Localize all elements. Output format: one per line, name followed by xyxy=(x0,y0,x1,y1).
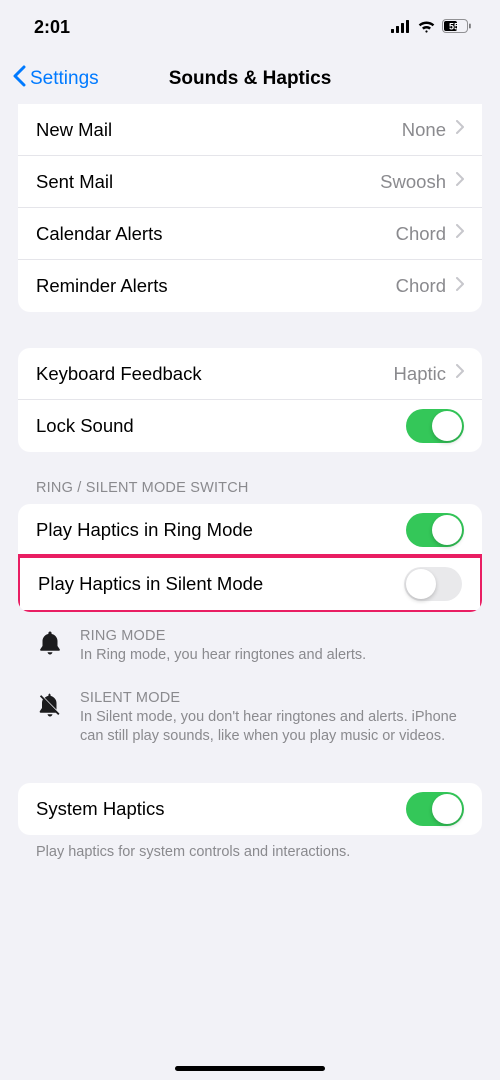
cellular-icon xyxy=(391,17,411,38)
row-calendar-alerts[interactable]: Calendar Alerts Chord xyxy=(18,208,482,260)
row-sent-mail[interactable]: Sent Mail Swoosh xyxy=(18,156,482,208)
status-time: 2:01 xyxy=(34,17,70,38)
sounds-group: New Mail None Sent Mail Swoosh Calendar … xyxy=(18,104,482,312)
chevron-right-icon xyxy=(456,277,464,296)
info-title: RING MODE xyxy=(80,628,464,644)
info-title: SILENT MODE xyxy=(80,690,464,706)
row-system-haptics: System Haptics xyxy=(18,783,482,835)
chevron-right-icon xyxy=(456,120,464,139)
row-value: Chord xyxy=(396,275,446,297)
highlight-annotation: Play Haptics in Silent Mode xyxy=(18,554,482,612)
page-title: Sounds & Haptics xyxy=(169,68,332,90)
chevron-right-icon xyxy=(456,172,464,191)
ring-silent-group: Play Haptics in Ring Mode Play Haptics i… xyxy=(18,504,482,612)
row-label: Keyboard Feedback xyxy=(36,363,202,385)
row-haptics-silent: Play Haptics in Silent Mode xyxy=(20,558,480,610)
row-label: New Mail xyxy=(36,119,112,141)
wifi-icon xyxy=(417,17,436,38)
row-value: Swoosh xyxy=(380,171,446,193)
nav-header: Settings Sounds & Haptics xyxy=(0,54,500,104)
row-value: Chord xyxy=(396,223,446,245)
row-haptics-ring: Play Haptics in Ring Mode xyxy=(18,504,482,556)
row-value: None xyxy=(402,119,446,141)
status-bar: 2:01 55 xyxy=(0,0,500,54)
row-label: Lock Sound xyxy=(36,415,134,437)
bell-slash-icon xyxy=(36,690,64,747)
row-keyboard-feedback[interactable]: Keyboard Feedback Haptic xyxy=(18,348,482,400)
row-label: Reminder Alerts xyxy=(36,275,168,297)
row-label: Sent Mail xyxy=(36,171,113,193)
chevron-right-icon xyxy=(456,224,464,243)
feedback-group: Keyboard Feedback Haptic Lock Sound xyxy=(18,348,482,452)
info-ring-mode: RING MODE In Ring mode, you hear rington… xyxy=(18,612,482,674)
row-label: Play Haptics in Ring Mode xyxy=(36,519,253,541)
info-desc: In Silent mode, you don't hear ringtones… xyxy=(80,708,464,747)
row-label: System Haptics xyxy=(36,798,165,820)
toggle-haptics-silent[interactable] xyxy=(404,567,462,601)
row-label: Play Haptics in Silent Mode xyxy=(38,573,263,595)
bell-icon xyxy=(36,628,64,666)
chevron-right-icon xyxy=(456,364,464,383)
back-label: Settings xyxy=(30,68,99,90)
row-label: Calendar Alerts xyxy=(36,223,162,245)
toggle-system-haptics[interactable] xyxy=(406,792,464,826)
info-silent-mode: SILENT MODE In Silent mode, you don't he… xyxy=(18,674,482,755)
row-value: Haptic xyxy=(394,363,446,385)
info-desc: In Ring mode, you hear ringtones and ale… xyxy=(80,646,464,666)
chevron-left-icon xyxy=(12,65,26,93)
svg-text:55: 55 xyxy=(449,21,459,31)
battery-icon: 55 xyxy=(442,17,472,38)
row-lock-sound: Lock Sound xyxy=(18,400,482,452)
section-header: RING / SILENT MODE SWITCH xyxy=(18,452,482,504)
footer-text: Play haptics for system controls and int… xyxy=(18,835,482,863)
back-button[interactable]: Settings xyxy=(12,65,99,93)
status-right: 55 xyxy=(391,17,472,38)
row-reminder-alerts[interactable]: Reminder Alerts Chord xyxy=(18,260,482,312)
system-haptics-group: System Haptics xyxy=(18,783,482,835)
toggle-lock-sound[interactable] xyxy=(406,409,464,443)
row-new-mail[interactable]: New Mail None xyxy=(18,104,482,156)
toggle-haptics-ring[interactable] xyxy=(406,513,464,547)
home-indicator[interactable] xyxy=(175,1066,325,1071)
